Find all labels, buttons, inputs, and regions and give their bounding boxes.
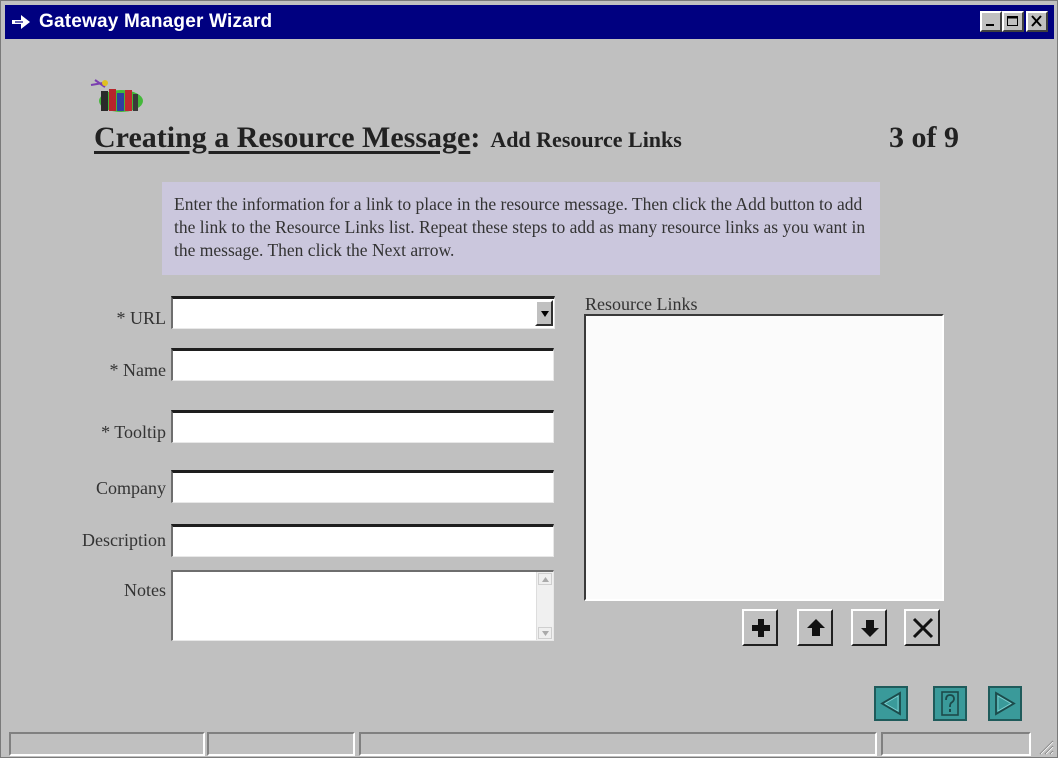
- scroll-up-button[interactable]: [538, 573, 552, 585]
- maximize-icon: [1007, 16, 1018, 26]
- resize-grip-icon[interactable]: [1036, 737, 1054, 755]
- page-title: Creating a Resource Message: [94, 121, 471, 154]
- description-label: Description: [82, 530, 166, 550]
- delete-link-button[interactable]: [904, 609, 940, 646]
- instructions-box: Enter the information for a link to plac…: [162, 182, 880, 275]
- minimize-button[interactable]: [980, 11, 1002, 32]
- scroll-down-button[interactable]: [538, 627, 552, 639]
- url-dropdown[interactable]: [171, 296, 555, 329]
- wizard-arrow-icon: [12, 15, 30, 29]
- books-logo-icon: [90, 79, 143, 112]
- name-field[interactable]: [171, 348, 554, 381]
- resource-links-label: Resource Links: [585, 294, 698, 314]
- close-button[interactable]: [1026, 11, 1048, 32]
- plus-icon: [752, 619, 770, 637]
- company-label: Company: [96, 478, 166, 498]
- window-controls: [980, 11, 1048, 32]
- status-segment-1: [9, 732, 205, 756]
- back-button[interactable]: [874, 686, 908, 721]
- minimize-icon: [986, 24, 994, 26]
- scroll-up-icon: [542, 577, 549, 582]
- next-button[interactable]: [988, 686, 1022, 721]
- arrow-up-icon: [807, 619, 825, 636]
- title-separator: :: [470, 121, 481, 154]
- tooltip-field[interactable]: [171, 410, 554, 443]
- notes-label: Notes: [124, 580, 166, 600]
- status-bar: [9, 732, 1055, 756]
- move-down-button[interactable]: [851, 609, 887, 646]
- tooltip-label: * Tooltip: [101, 422, 166, 442]
- help-question-icon: [941, 691, 959, 716]
- page-subtitle: Add Resource Links: [490, 127, 682, 152]
- x-delete-icon: [912, 617, 934, 639]
- arrow-down-icon: [861, 620, 879, 637]
- next-arrow-icon: [995, 691, 1016, 716]
- move-up-button[interactable]: [797, 609, 833, 646]
- resource-links-list[interactable]: [584, 314, 944, 601]
- help-button[interactable]: [933, 686, 967, 721]
- notes-textarea[interactable]: [171, 570, 554, 641]
- status-segment-4: [881, 732, 1031, 756]
- url-dropdown-button[interactable]: [535, 300, 553, 326]
- url-label: * URL: [116, 308, 167, 328]
- page-heading: Creating a Resource Message: Add Resourc…: [94, 121, 682, 155]
- description-field[interactable]: [171, 524, 554, 557]
- step-indicator: 3 of 9: [889, 121, 959, 154]
- status-segment-3: [359, 732, 877, 756]
- close-icon: [1031, 15, 1042, 27]
- window-title: Gateway Manager Wizard: [39, 11, 273, 32]
- back-arrow-icon: [880, 691, 901, 716]
- add-link-button[interactable]: [742, 609, 778, 646]
- chevron-down-icon: [541, 311, 549, 317]
- company-field[interactable]: [171, 470, 554, 503]
- maximize-button[interactable]: [1002, 11, 1024, 32]
- wizard-window: Gateway Manager Wizard Creating a Resour…: [0, 0, 1058, 758]
- status-segment-2: [207, 732, 355, 756]
- name-label: * Name: [109, 360, 166, 380]
- scroll-down-icon: [542, 631, 549, 636]
- notes-scrollbar[interactable]: [536, 572, 553, 640]
- title-bar[interactable]: Gateway Manager Wizard: [5, 5, 1054, 39]
